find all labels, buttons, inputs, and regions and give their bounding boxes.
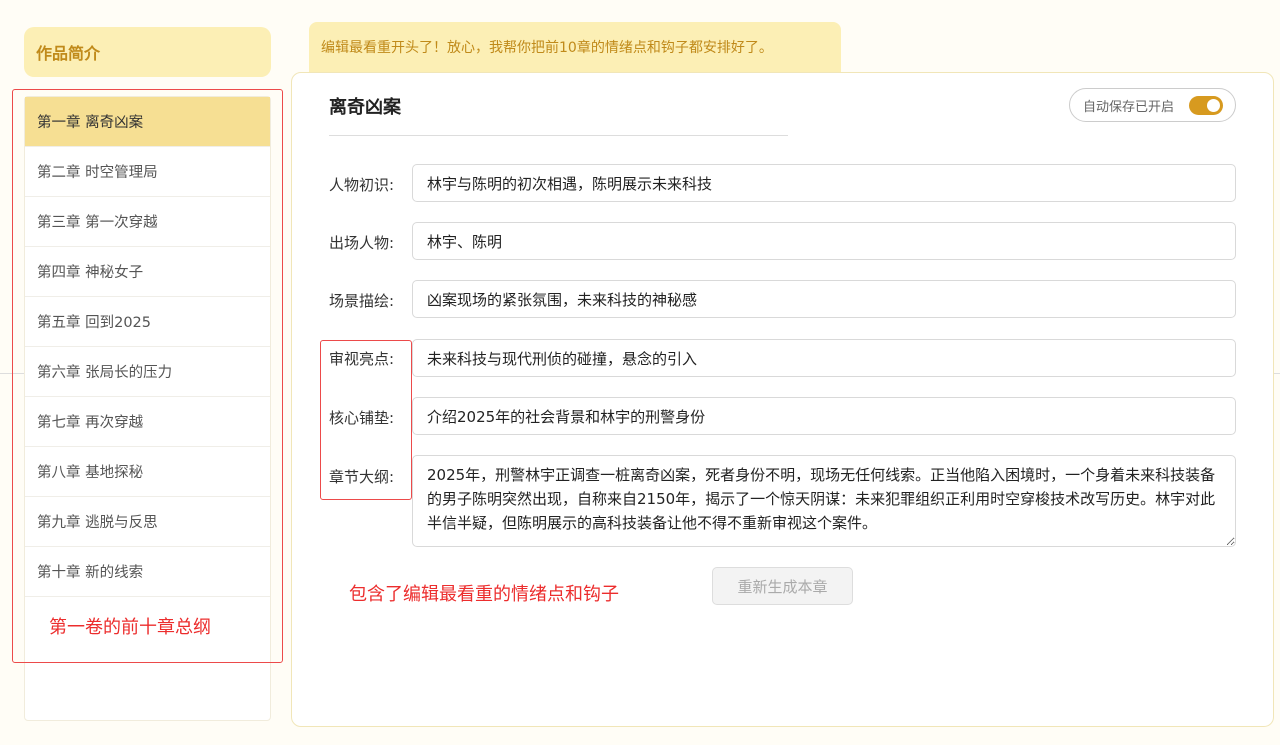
character-intro-input[interactable] [412, 164, 1236, 202]
field-label-character-intro: 人物初识: [329, 176, 395, 194]
highlights-input[interactable] [412, 339, 1236, 377]
sidebar-annotation-text: 第一卷的前十章总纲 [49, 617, 211, 638]
divider-right [1274, 373, 1280, 374]
chapter-title: 离奇凶案 [329, 97, 401, 118]
autosave-label: 自动保存已开启 [1083, 99, 1175, 115]
title-divider [329, 135, 788, 136]
regenerate-chapter-button[interactable]: 重新生成本章 [712, 567, 853, 605]
editor-banner: 编辑最看重开头了！放心，我帮你把前10章的情绪点和钩子都安排好了。 [309, 22, 841, 72]
fields-annotation-text: 包含了编辑最看重的情绪点和钩子 [349, 584, 619, 605]
foreshadowing-input[interactable] [412, 397, 1236, 435]
characters-input[interactable] [412, 222, 1236, 260]
sidebar-annotation-box [12, 89, 283, 663]
chapter-editor-panel: 离奇凶案 自动保存已开启 人物初识: 出场人物: 场景描绘: 审视亮点: 核心铺… [291, 72, 1274, 727]
outline-textarea[interactable]: 2025年，刑警林宇正调查一桩离奇凶案，死者身份不明，现场无任何线索。正当他陷入… [412, 455, 1236, 547]
autosave-toggle[interactable]: 自动保存已开启 [1069, 88, 1236, 122]
fields-annotation-box [320, 340, 412, 500]
scene-input[interactable] [412, 280, 1236, 318]
toggle-switch-icon[interactable] [1189, 96, 1223, 115]
intro-button[interactable]: 作品简介 [24, 27, 271, 77]
field-label-scene: 场景描绘: [329, 292, 395, 310]
field-label-characters: 出场人物: [329, 234, 395, 252]
